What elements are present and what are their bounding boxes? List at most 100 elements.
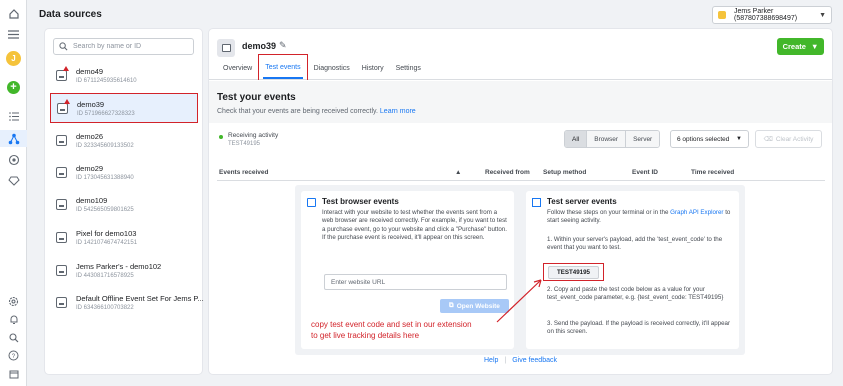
search-box[interactable]: [53, 38, 194, 55]
data-source-id: ID 142107467474215​1: [76, 240, 138, 246]
status-dot-icon: [219, 135, 223, 139]
filter-server[interactable]: Server: [626, 131, 660, 147]
section-header-background: [209, 81, 832, 123]
column-setup-method[interactable]: Setup method: [543, 169, 586, 176]
tab-settings[interactable]: Settings: [390, 56, 427, 80]
data-source-id: ID 542565059801625: [76, 207, 134, 213]
data-source-name: demo109: [76, 196, 108, 205]
data-sources-icon[interactable]: [6, 131, 21, 146]
meta-home-icon[interactable]: [6, 6, 21, 21]
tab-history[interactable]: History: [356, 56, 390, 80]
column-received-from[interactable]: Received from: [485, 169, 530, 176]
server-step-2: 2. Copy and paste the test code below as…: [547, 286, 724, 302]
annotation-line-2: to get live tracking details here: [311, 330, 420, 340]
data-source-item[interactable]: demo26 ID 323345609133502: [50, 126, 198, 156]
offline-event-set-icon: [56, 297, 67, 308]
server-step-1: 1. Within your server's payload, add the…: [547, 236, 723, 252]
warning-icon: ▲: [455, 169, 462, 176]
account-icon: [718, 11, 726, 19]
account-selector[interactable]: Jems Parker (587807388698497) ▼: [712, 6, 832, 24]
column-event-id[interactable]: Event ID: [632, 169, 658, 176]
menu-icon[interactable]: [6, 27, 21, 42]
options-dropdown[interactable]: 6 options selected ▼: [670, 130, 749, 148]
avatar[interactable]: J: [6, 51, 21, 66]
external-link-icon: ⧉: [449, 302, 454, 309]
footer-links: Help | Give feedback: [484, 357, 557, 364]
pixel-icon: [217, 39, 235, 57]
graph-api-explorer-link[interactable]: Graph API Explorer: [670, 209, 723, 216]
pixel-name: demo39: [242, 41, 277, 51]
section-title: Test your events: [217, 92, 296, 103]
data-source-name: Pixel for demo103: [76, 229, 137, 238]
pixel-icon: [56, 167, 67, 178]
tab-overview[interactable]: Overview: [217, 56, 258, 80]
data-source-id: ID 634366100703822: [76, 305, 134, 311]
data-source-item[interactable]: demo49 ID 671124593561461​0: [50, 61, 198, 91]
filter-browser[interactable]: Browser: [587, 131, 627, 147]
filter-all[interactable]: All: [565, 131, 588, 147]
help-link[interactable]: Help: [484, 357, 498, 364]
bell-icon[interactable]: [6, 312, 21, 327]
settings-gear-icon[interactable]: [6, 152, 21, 167]
search-icon[interactable]: [6, 330, 21, 345]
pixel-icon: [56, 232, 67, 243]
diamond-icon[interactable]: [6, 173, 21, 188]
tab-test-events[interactable]: Test events: [258, 54, 308, 80]
data-source-item[interactable]: demo29 ID 173045631388940: [50, 158, 198, 188]
search-icon: [59, 42, 68, 51]
data-source-name: demo26: [76, 132, 104, 141]
data-source-id: ID 323345609133502: [76, 143, 134, 149]
left-rail: J + ?: [0, 0, 27, 386]
column-time-received[interactable]: Time received: [691, 169, 734, 176]
data-source-list-panel: demo49 ID 671124593561461​0 demo39 ID 57…: [45, 29, 204, 374]
data-source-id: ID 443081716578925: [76, 273, 134, 279]
warning-icon: [63, 66, 69, 71]
column-events-received[interactable]: Events received: [219, 169, 269, 176]
data-source-name: Jems Parker's - demo102: [76, 262, 162, 271]
pixel-icon: [56, 265, 67, 276]
add-icon[interactable]: +: [7, 81, 20, 94]
data-source-name: demo29: [76, 164, 104, 173]
tab-diagnostics[interactable]: Diagnostics: [308, 56, 356, 80]
website-url-input[interactable]: [324, 274, 507, 290]
server-events-card: Test server events Follow these steps on…: [526, 191, 739, 349]
list-icon[interactable]: [6, 109, 21, 124]
data-source-item-selected[interactable]: demo39 ID 571966627328323: [50, 93, 198, 123]
calendar-icon[interactable]: [6, 366, 21, 381]
data-source-item[interactable]: Jems Parker's - demo102 ID 4430817165789…: [50, 256, 198, 286]
create-button[interactable]: Create ▼: [777, 38, 824, 55]
svg-text:?: ?: [12, 354, 16, 360]
help-icon[interactable]: ?: [6, 348, 21, 363]
clear-activity-button[interactable]: ⌫ Clear Activity: [755, 130, 822, 148]
account-name: Jems Parker (587807388698497): [734, 8, 798, 22]
server-icon: [532, 198, 541, 207]
open-website-label: Open Website: [456, 302, 500, 310]
chevron-down-icon: ▼: [736, 136, 742, 142]
warning-icon: [64, 99, 70, 104]
create-label: Create: [782, 42, 806, 51]
data-source-item[interactable]: demo109 ID 542565059801625: [50, 190, 198, 220]
data-source-item[interactable]: Default Offline Event Set For Jems P... …: [50, 288, 204, 318]
chevron-down-icon: ▼: [819, 11, 826, 19]
give-feedback-link[interactable]: Give feedback: [512, 357, 557, 364]
learn-more-link[interactable]: Learn more: [380, 108, 416, 115]
annotation-line-1: copy test event code and set in our exte…: [311, 320, 472, 329]
test-event-code[interactable]: TEST49195: [547, 265, 600, 279]
data-source-id: ID 571966627328323: [77, 111, 135, 117]
gear-icon[interactable]: [6, 294, 21, 309]
browser-card-title: Test browser events: [322, 197, 399, 206]
browser-icon: [307, 198, 316, 207]
clear-activity-label: Clear Activity: [775, 135, 814, 143]
data-source-item[interactable]: Pixel for demo103 ID 142107467474215​1: [50, 223, 198, 253]
search-input[interactable]: [73, 43, 188, 50]
pencil-edit-icon[interactable]: ✎: [279, 40, 287, 51]
caret-down-icon: ▼: [810, 42, 819, 51]
annotation-arrow-icon: [496, 279, 542, 323]
page-title: Data sources: [39, 9, 102, 20]
status-code: TEST49195: [228, 141, 261, 147]
server-intro-text: Follow these steps on your terminal or i…: [547, 209, 669, 216]
options-label: 6 options selected: [677, 135, 730, 143]
data-source-id: ID 671124593561461​0: [76, 78, 137, 84]
pixel-icon: [56, 70, 67, 81]
server-card-intro: Follow these steps on your terminal or i…: [547, 209, 733, 226]
